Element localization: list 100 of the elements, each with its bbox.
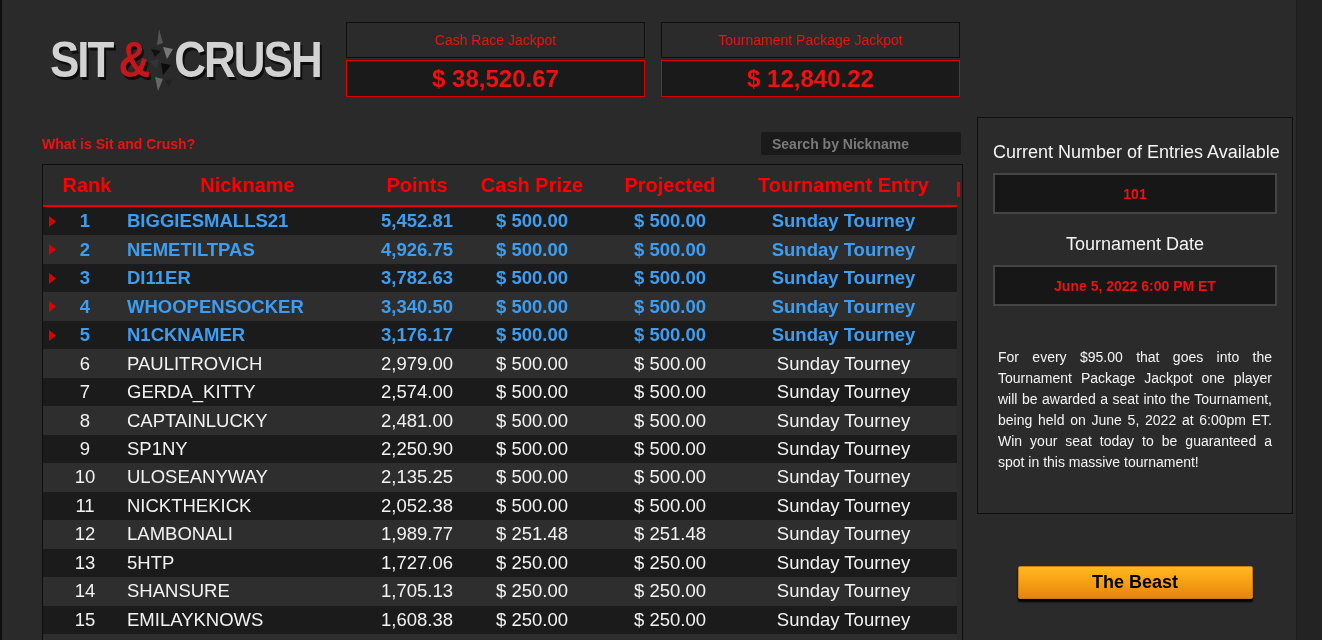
table-cell-text: $ 250.00: [495, 580, 569, 603]
table-cell-text: 11: [74, 494, 96, 517]
shattered-glass-icon: [149, 28, 174, 91]
table-cell-text: $ 500.00: [495, 210, 569, 233]
table-cell-text: $ 250.00: [495, 608, 569, 631]
table-cell-text: $ 250.00: [633, 608, 707, 631]
table-cell-text: 4: [78, 295, 92, 318]
column-header: Nickname: [199, 173, 296, 197]
table-cell-text: $ 250.00: [495, 551, 569, 574]
table-cell-text: $ 500.00: [633, 295, 707, 318]
table-cell-text: Sunday Tourney: [775, 608, 912, 631]
table-cell-text: Sunday Tourney: [775, 551, 912, 574]
table-cell-text: $ 500.00: [495, 238, 569, 261]
table-cell: 2,250.90: [380, 438, 454, 460]
table-cell-text: $ 500.00: [495, 324, 569, 347]
table-cell-text: Sunday Tourney: [775, 438, 912, 460]
table-cell-text: $ 500.00: [633, 381, 707, 404]
table-cell-text: $ 500.00: [633, 494, 707, 517]
table-cell-text: NEMETILTPAS: [126, 238, 256, 261]
table-cell: 2,574.00: [380, 381, 454, 404]
table-cell: 1,705.13: [380, 580, 454, 603]
table-cell: 4,926.75: [380, 238, 454, 261]
table-cell-text: $ 500.00: [633, 238, 707, 261]
table-cell: 3,782.63: [380, 267, 454, 290]
table-cell-text: 6: [78, 352, 92, 375]
table-cell-text: LAMBONALI: [126, 523, 234, 546]
table-cell-text: $ 500.00: [495, 409, 569, 432]
table-cell-text: PAULITROVICH: [126, 352, 264, 375]
table-cell: 2,979.00: [380, 352, 454, 375]
table-cell-text: Sunday Tourney: [775, 466, 912, 489]
table-cell-text: SHANSURE: [126, 580, 231, 603]
table-cell-text: Sunday Tourney: [775, 409, 912, 432]
table-cell-text: $ 500.00: [495, 438, 569, 460]
description-text: For every $95.00 that goes into the Tournament Package Jackpot one player will be awarded a seat into the Tournament, being held on June 5, 2022 at 6:00pm ET. Win your seat today to be guaranteed a spot in this massive tournament!: [997, 348, 1273, 472]
jackpot-title: Cash Race Jackpot: [346, 22, 645, 58]
table-cell-text: $ 251.48: [633, 523, 707, 546]
table-cell-text: 10: [73, 466, 97, 489]
table-cell-text: GERDA_KITTY: [126, 381, 257, 404]
table-cell-text: 7: [78, 381, 92, 404]
table-cell-text: Sunday Tourney: [775, 580, 912, 603]
table-cell-text: $ 500.00: [495, 381, 569, 404]
table-cell-text: 13: [73, 551, 97, 574]
table-cell-text: $ 500.00: [495, 494, 569, 517]
table-cell-text: 5: [78, 324, 92, 347]
table-cell-text: $ 250.00: [633, 580, 707, 603]
triangle-marker-icon: [49, 244, 56, 256]
table-cell: 5,452.81: [380, 210, 454, 233]
column-header: Tournament Entry: [757, 173, 930, 197]
column-header: Rank: [61, 173, 113, 197]
table-cell-text: $ 500.00: [633, 210, 707, 233]
table-cell: 1,989.77: [380, 523, 454, 546]
column-header: Points: [385, 173, 449, 197]
table-cell: 1,727.06: [380, 551, 454, 574]
table-cell-text: $ 250.00: [633, 551, 707, 574]
search-field[interactable]: Search by Nickname: [761, 132, 961, 155]
triangle-marker-icon: [49, 215, 56, 227]
table-cell: 1,608.38: [380, 608, 454, 631]
table-cell-text: Sunday Tourney: [770, 238, 917, 261]
date-value: June 5, 2022 6:00 PM ET: [993, 265, 1277, 306]
table-cell-text: $ 500.00: [633, 267, 707, 290]
table-cell-text: 15: [73, 608, 97, 631]
table-cell: 3,176.17: [380, 324, 454, 347]
table-cell: 2,481.00: [380, 409, 454, 432]
table-cell-text: 3: [78, 267, 92, 290]
entries-value: 101: [993, 173, 1277, 214]
table-cell-text: EMILAYKNOWS: [126, 608, 265, 631]
table-cell-text: 2: [78, 238, 92, 261]
table-cell-text: Sunday Tourney: [775, 523, 912, 546]
action-button[interactable]: The Beast: [1017, 566, 1253, 599]
table-cell-text: WHOOPENSOCKER: [126, 295, 305, 318]
jackpot-title: Tournament Package Jackpot: [661, 22, 960, 58]
table-cell: 2,135.25: [380, 466, 454, 489]
table-cell-text: $ 500.00: [495, 352, 569, 375]
table-cell-text: 14: [73, 580, 97, 603]
table-cell-text: $ 500.00: [495, 466, 569, 489]
table-cell-text: 5HTP: [126, 551, 176, 574]
column-header: Cash Prize: [479, 173, 585, 197]
table-cell-text: 8: [78, 409, 92, 432]
logo-word: SIT: [50, 32, 113, 87]
logo-ampersand: &: [118, 32, 149, 87]
jackpot-amount: $ 12,840.22: [661, 60, 960, 97]
table-cell: 3,340.50: [380, 295, 454, 318]
table-cell-text: Sunday Tourney: [775, 494, 912, 517]
scrollbar-thumb[interactable]: [957, 182, 960, 197]
table-cell-text: NICKTHEKICK: [126, 494, 253, 517]
table-cell-text: $ 500.00: [633, 352, 707, 375]
date-label: Tournament Date: [1064, 234, 1206, 254]
table-cell-text: Sunday Tourney: [775, 352, 912, 375]
table-cell-text: BIGGIESMALLS21: [126, 210, 290, 233]
entries-label: Current Number of Entries Available: [993, 142, 1277, 162]
table-cell-text: $ 500.00: [495, 267, 569, 290]
table-cell-text: N1CKNAMER: [126, 324, 247, 347]
table-cell-text: 12: [73, 523, 97, 546]
table-cell-text: $ 500.00: [633, 409, 707, 432]
table-cell-text: SP1NY: [126, 438, 189, 460]
table-cell-text: Sunday Tourney: [770, 267, 917, 290]
triangle-marker-icon: [49, 272, 56, 284]
table-cell-text: DI11ER: [126, 267, 192, 290]
triangle-marker-icon: [49, 329, 56, 341]
table-cell-text: ULOSEANYWAY: [126, 466, 269, 489]
